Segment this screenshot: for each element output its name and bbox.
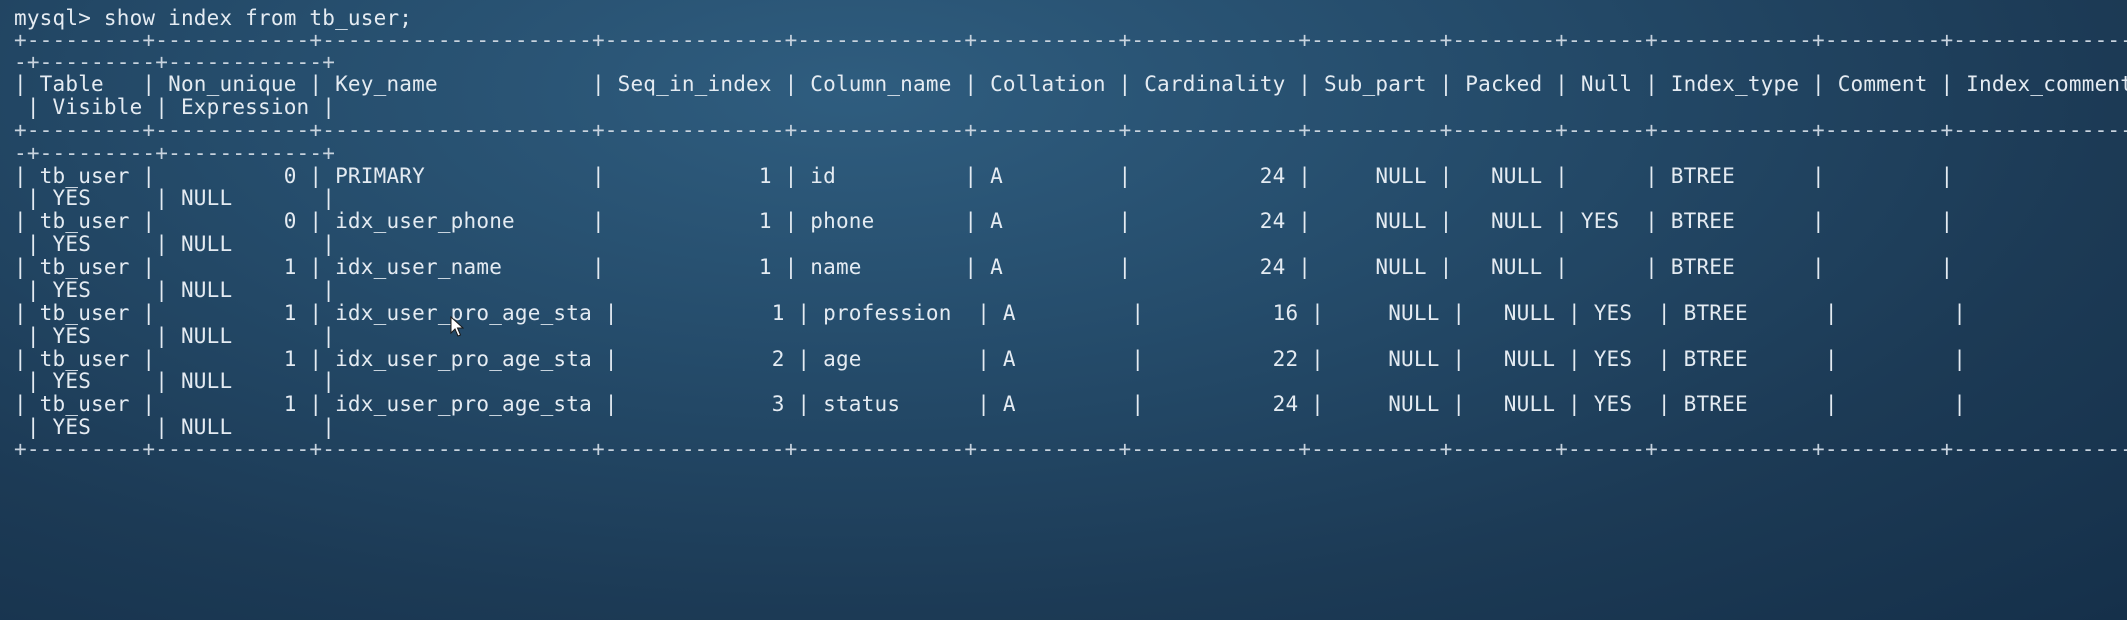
table-bottom-border: +---------+------------+----------------… [14, 437, 2127, 461]
table-top-border: +---------+------------+----------------… [14, 28, 2127, 52]
table-row-wrap: | YES | NULL | [14, 186, 336, 210]
table-row: | tb_user | 1 | idx_user_pro_age_sta | 2… [14, 347, 1967, 371]
terminal-window[interactable]: mysql> show index from tb_user; +-------… [0, 0, 2127, 620]
table-row-wrap: | YES | NULL | [14, 369, 336, 393]
table-row-wrap: | YES | NULL | [14, 278, 336, 302]
table-row-wrap: | YES | NULL | [14, 415, 336, 439]
table-row: | tb_user | 1 | idx_user_pro_age_sta | 1… [14, 301, 1967, 325]
table-row: | tb_user | 0 | idx_user_phone | 1 | pho… [14, 209, 1954, 233]
table-row-wrap: | YES | NULL | [14, 232, 336, 256]
table-row: | tb_user | 0 | PRIMARY | 1 | id | A | 2… [14, 164, 1954, 188]
table-header-border: +---------+------------+----------------… [14, 118, 2127, 142]
command-prompt: mysql> show index from tb_user; [14, 6, 413, 30]
table-top-border-wrap: -+---------+------------+ [14, 50, 336, 74]
table-header-row: | Table | Non_unique | Key_name | Seq_in… [14, 72, 2127, 96]
table-row-wrap: | YES | NULL | [14, 324, 336, 348]
mouse-pointer-icon [450, 316, 464, 337]
table-header-row-wrap: | Visible | Expression | [14, 95, 336, 119]
table-row: | tb_user | 1 | idx_user_pro_age_sta | 3… [14, 392, 1967, 416]
table-header-border-wrap: -+---------+------------+ [14, 141, 336, 165]
table-row: | tb_user | 1 | idx_user_name | 1 | name… [14, 255, 1954, 279]
